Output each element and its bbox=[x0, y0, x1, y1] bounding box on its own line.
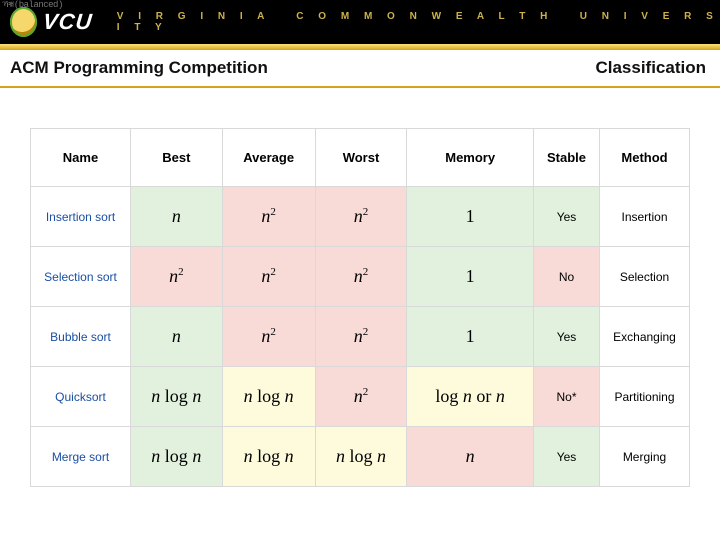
cell-worst: n2 bbox=[315, 187, 407, 247]
cell-memory: 1 bbox=[407, 307, 534, 367]
vcu-seal-icon bbox=[10, 7, 37, 37]
col-method: Method bbox=[600, 129, 690, 187]
cell-stable: Yes bbox=[534, 187, 600, 247]
cell-name: Bubble sort bbox=[31, 307, 131, 367]
cell-average: n2 bbox=[222, 247, 315, 307]
col-name: Name bbox=[31, 129, 131, 187]
vcu-short: VCU bbox=[42, 9, 94, 35]
cell-name: Selection sort bbox=[31, 247, 131, 307]
sort-table: Name Best Average Worst Memory Stable Me… bbox=[30, 128, 690, 487]
col-worst: Worst bbox=[315, 129, 407, 187]
cell-memory: 1 bbox=[407, 247, 534, 307]
cell-stable: No bbox=[534, 247, 600, 307]
col-memory: Memory bbox=[407, 129, 534, 187]
cell-worst: n2 bbox=[315, 247, 407, 307]
cell-name: Quicksort bbox=[31, 367, 131, 427]
cell-average: n2 bbox=[222, 307, 315, 367]
table-row: Insertion sortnn2n21YesInsertion bbox=[31, 187, 690, 247]
cell-best: n2 bbox=[131, 247, 223, 307]
table-row: Merge sortn log nn log nn log nnYesMergi… bbox=[31, 427, 690, 487]
cell-method: Insertion bbox=[600, 187, 690, 247]
banner: ኻቑ(balanced) VCU V I R G I N I A C O M M… bbox=[0, 0, 720, 44]
cell-method: Selection bbox=[600, 247, 690, 307]
slide: ኻቑ(balanced) VCU V I R G I N I A C O M M… bbox=[0, 0, 720, 540]
cell-stable: Yes bbox=[534, 427, 600, 487]
table-row: Bubble sortnn2n21YesExchanging bbox=[31, 307, 690, 367]
cell-stable: Yes bbox=[534, 307, 600, 367]
cell-memory: log n or n bbox=[407, 367, 534, 427]
table-row: Quicksortn log nn log nn2log n or nNo*Pa… bbox=[31, 367, 690, 427]
cell-memory: n bbox=[407, 427, 534, 487]
cell-name: Insertion sort bbox=[31, 187, 131, 247]
titlebar: ACM Programming Competition Classificati… bbox=[0, 50, 720, 86]
cell-best: n log n bbox=[131, 367, 223, 427]
cell-memory: 1 bbox=[407, 187, 534, 247]
cell-average: n2 bbox=[222, 187, 315, 247]
col-stable: Stable bbox=[534, 129, 600, 187]
cell-name: Merge sort bbox=[31, 427, 131, 487]
cell-best: n bbox=[131, 187, 223, 247]
vcu-logo: VCU V I R G I N I A C O M M O N W E A L … bbox=[10, 7, 720, 37]
cell-method: Partitioning bbox=[600, 367, 690, 427]
cell-stable: No* bbox=[534, 367, 600, 427]
table-header-row: Name Best Average Worst Memory Stable Me… bbox=[31, 129, 690, 187]
cell-average: n log n bbox=[222, 427, 315, 487]
col-best: Best bbox=[131, 129, 223, 187]
vcu-long: V I R G I N I A C O M M O N W E A L T H … bbox=[117, 11, 720, 33]
cell-method: Exchanging bbox=[600, 307, 690, 367]
content-area: Name Best Average Worst Memory Stable Me… bbox=[0, 87, 720, 540]
col-average: Average bbox=[222, 129, 315, 187]
page-title-right: Classification bbox=[595, 58, 706, 78]
cell-method: Merging bbox=[600, 427, 690, 487]
table-body: Insertion sortnn2n21YesInsertionSelectio… bbox=[31, 187, 690, 487]
page-title-left: ACM Programming Competition bbox=[10, 58, 268, 78]
cell-worst: n2 bbox=[315, 307, 407, 367]
table-row: Selection sortn2n2n21NoSelection bbox=[31, 247, 690, 307]
cell-worst: n2 bbox=[315, 367, 407, 427]
cell-average: n log n bbox=[222, 367, 315, 427]
cell-worst: n log n bbox=[315, 427, 407, 487]
cell-best: n log n bbox=[131, 427, 223, 487]
cell-best: n bbox=[131, 307, 223, 367]
